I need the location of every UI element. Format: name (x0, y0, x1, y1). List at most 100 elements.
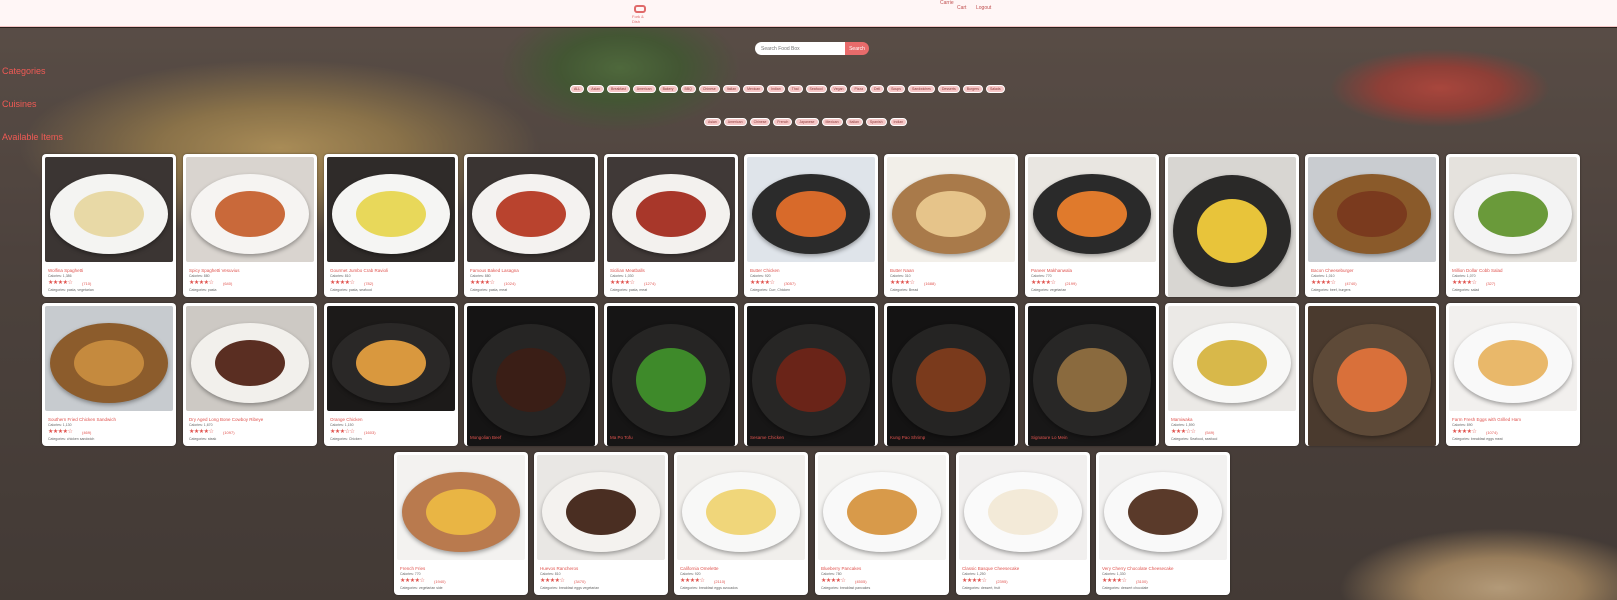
food-card[interactable]: Classic Basque Cheesecake Calories: 1,250… (956, 452, 1090, 595)
cart-link[interactable]: Cart (957, 5, 966, 11)
food-name[interactable]: Sicilian Meatballs (610, 268, 645, 273)
food-name[interactable]: Southern Fried Chicken Sandwich (48, 417, 116, 422)
cuisine-chip[interactable]: American (723, 118, 747, 126)
food-name[interactable]: Farm Fresh Eggs with Grilled Ham (1452, 417, 1521, 422)
categories-heading[interactable]: Categories (2, 66, 46, 76)
category-chip[interactable]: Bakery (658, 85, 678, 93)
food-card[interactable]: California Omelette Calories: 920 ★★★★☆ (21… (674, 452, 808, 595)
food-card[interactable]: Spicy Spaghetti Vesuvius Calories: 880 ★★★… (183, 154, 317, 297)
food-card[interactable]: Gourmet Jumbo Crab Ravioli Calories: 810 ★… (324, 154, 458, 297)
food-card[interactable]: Dry Aged Long Bone Cowboy Ribeye Calories… (183, 303, 317, 446)
food-name[interactable]: French Fries (400, 566, 425, 571)
food-name[interactable]: Signature Lo Mein (1031, 435, 1068, 440)
food-name[interactable]: Very Cherry Chocolate Cheesecake (1102, 566, 1174, 571)
logo-caption: Fork & Dish (632, 14, 644, 24)
food-card[interactable]: Wolfina Spaghetti Calories: 1,386 ★★★★☆ (71… (42, 154, 176, 297)
food-name[interactable]: Classic Basque Cheesecake (962, 566, 1019, 571)
cuisines-heading[interactable]: Cuisines (2, 99, 37, 109)
food-card[interactable]: Mongolian Beef (464, 303, 598, 446)
food-card[interactable]: Sesame Chicken (744, 303, 878, 446)
salad-photo (1449, 157, 1577, 262)
food-card[interactable]: French Fries Calories: 770 ★★★★☆ (1940) Cate… (394, 452, 528, 595)
food-card[interactable]: Farm Fresh Eggs with Grilled Ham Calories… (1446, 303, 1580, 446)
cuisine-chip[interactable]: French (773, 118, 793, 126)
food-card[interactable]: Blueberry Pancakes Calories: 780 ★★★★☆ (450… (815, 452, 949, 595)
food-name[interactable]: Million Dollar Cobb Salad (1452, 268, 1503, 273)
category-chip[interactable]: Thai (787, 85, 803, 93)
food-card[interactable]: Bacon Cheeseburger Calories: 1,010 ★★★★☆ (4… (1305, 154, 1439, 297)
food-name[interactable]: Famous Baked Lasagna (470, 268, 519, 273)
cuisine-chip[interactable]: Italian (845, 118, 863, 126)
food-card[interactable]: Sicilian Meatballs Calories: 1,030 ★★★★☆ (1… (604, 154, 738, 297)
category-chip[interactable]: Seafood (805, 85, 827, 93)
food-name[interactable]: Huevos Rancheros (540, 566, 578, 571)
category-chip[interactable]: American (632, 85, 656, 93)
search-button[interactable]: Search (845, 42, 869, 55)
food-name[interactable]: Gourmet Jumbo Crab Ravioli (330, 268, 388, 273)
food-name[interactable]: Dry Aged Long Bone Cowboy Ribeye (189, 417, 263, 422)
food-card[interactable] (1165, 154, 1299, 297)
food-name[interactable]: Mongolian Beef (470, 435, 501, 440)
food-name[interactable]: Orange Chicken (330, 417, 363, 422)
food-name[interactable]: Butter Chicken (750, 268, 780, 273)
food-name[interactable]: Bacon Cheeseburger (1311, 268, 1354, 273)
food-categories: Categories: breakfast pancakes (821, 586, 871, 590)
category-chip[interactable]: Sandwiches (908, 85, 935, 93)
category-chip[interactable]: Desserts (937, 85, 960, 93)
food-card[interactable]: Southern Fried Chicken Sandwich Calories:… (42, 303, 176, 446)
food-name[interactable]: Kung Pao Shrimp (890, 435, 925, 440)
category-chip[interactable]: Chinese (698, 85, 720, 93)
food-card[interactable]: Butter Chicken Calories: 920 ★★★★☆ (3057) Ca… (744, 154, 878, 297)
rating-stars-icon: ★★★★☆ (48, 280, 73, 286)
food-card[interactable]: Paneer Makhanwala Calories: 770 ★★★★☆ (2199… (1025, 154, 1159, 297)
category-chip[interactable]: Breakfast (607, 85, 630, 93)
food-card[interactable]: Huevos Rancheros Calories: 810 ★★★★☆ (3470)… (534, 452, 668, 595)
food-card[interactable]: Very Cherry Chocolate Cheesecake Calories… (1096, 452, 1230, 595)
cuisine-chip[interactable]: Indian (889, 118, 908, 126)
food-card[interactable] (1305, 303, 1439, 446)
food-categories: Categories: Bread (890, 288, 919, 292)
mongolian-beef-photo (467, 306, 595, 446)
category-chip[interactable]: Mexican (743, 85, 765, 93)
food-name[interactable]: Wolfina Spaghetti (48, 268, 83, 273)
cuisine-chip[interactable]: Japanese (795, 118, 819, 126)
food-card[interactable]: Million Dollar Cobb Salad Calories: 1,070… (1446, 154, 1580, 297)
category-chip[interactable]: Pizza (850, 85, 868, 93)
food-card[interactable]: Butter Naan Calories: 310 ★★★★☆ (1688) Categ… (884, 154, 1018, 297)
category-chip[interactable]: Deli (870, 85, 885, 93)
category-chip[interactable]: Asian (587, 85, 604, 93)
food-name[interactable]: California Omelette (680, 566, 719, 571)
food-card[interactable]: Signature Lo Mein (1025, 303, 1159, 446)
category-chip[interactable]: BBQ (680, 85, 696, 93)
food-name[interactable]: Sesame Chicken (750, 435, 784, 440)
logout-link[interactable]: Logout (976, 5, 991, 11)
food-name[interactable]: Butter Naan (890, 268, 914, 273)
food-name[interactable]: Mamiwaka (1171, 417, 1193, 422)
category-chip[interactable]: Vegan (829, 85, 848, 93)
food-name[interactable]: Blueberry Pancakes (821, 566, 861, 571)
food-name[interactable]: Paneer Makhanwala (1031, 268, 1072, 273)
food-card[interactable]: Orange Chicken Calories: 1,150 ★★★☆☆ (1603)… (324, 303, 458, 446)
cuisine-chip[interactable]: Chinese (749, 118, 771, 126)
rating-stars-icon: ★★★★☆ (48, 429, 73, 435)
food-card[interactable]: Kung Pao Shrimp (884, 303, 1018, 446)
food-name[interactable]: Spicy Spaghetti Vesuvius (189, 268, 240, 273)
category-chip[interactable]: Salads (985, 85, 1005, 93)
cuisine-chip[interactable]: Spanish (865, 118, 887, 126)
tuna-photo (1168, 306, 1296, 411)
site-logo[interactable]: Fork & Dish (632, 2, 648, 24)
category-chip[interactable]: Soups (887, 85, 906, 93)
food-card[interactable]: Famous Baked Lasagna Calories: 880 ★★★★☆ (1… (464, 154, 598, 297)
cuisine-chip[interactable]: Asian (704, 118, 721, 126)
category-chip[interactable]: Indian (767, 85, 785, 93)
food-name[interactable]: Ma Po Tofu (610, 435, 633, 440)
food-card[interactable]: Mamiwaka Calories: 1,590 ★★★☆☆ (549) Categor… (1165, 303, 1299, 446)
category-chip[interactable]: Italian (722, 85, 741, 93)
search-input[interactable] (755, 42, 845, 55)
available-items-heading[interactable]: Available Items (2, 132, 63, 142)
cuisine-chip[interactable]: Mexican (821, 118, 843, 126)
category-chip[interactable]: Burgers (962, 85, 983, 93)
eggs-ham-photo (1449, 306, 1577, 411)
category-chip[interactable]: ALL (570, 85, 585, 93)
food-card[interactable]: Ma Po Tofu (604, 303, 738, 446)
